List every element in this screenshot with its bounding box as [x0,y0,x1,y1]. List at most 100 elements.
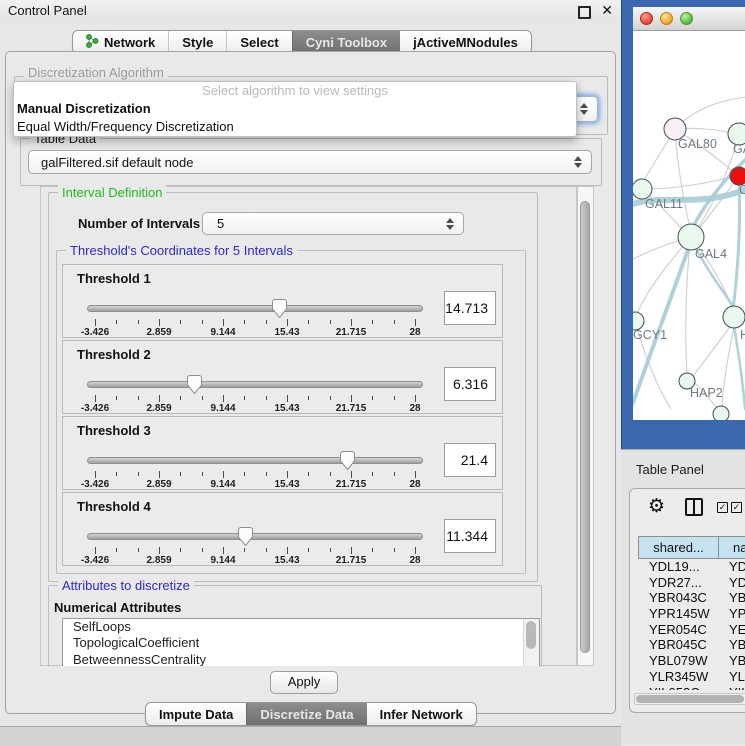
gear-icon[interactable]: ⚙ [648,495,665,518]
vertical-scrollbar[interactable] [577,186,594,666]
number-of-intervals-combo[interactable]: 5 [202,212,464,235]
slider-tick [138,548,139,552]
network-edge[interactable] [691,143,737,237]
attribute-list-item[interactable]: SelfLoops [63,619,539,635]
threshold-slider[interactable]: -3.4262.8599.14415.4321.71528 [87,527,423,567]
threshold-slider[interactable]: -3.4262.8599.14415.4321.71528 [87,451,423,491]
table-row[interactable]: YDR27...YDR2 [638,575,745,591]
threshold-slider[interactable]: -3.4262.8599.14415.4321.71528 [87,299,423,339]
table-row[interactable]: YLR345WYLR3 [638,669,745,685]
apply-button[interactable]: Apply [270,671,338,694]
numerical-attributes-list[interactable]: SelfLoopsTopologicalCoefficientBetweenne… [62,618,540,666]
slider-tick [159,471,160,478]
slider-scale-label: 2.859 [146,327,171,338]
threshold-value-field[interactable]: 21.4 [444,443,496,477]
slider-scale-label: 9.144 [210,479,235,490]
split-table-icon[interactable] [685,498,703,516]
table-row[interactable]: YDL19...YDL1 [638,559,745,575]
slider-scale-label: -3.426 [81,327,109,338]
slider-tick [95,471,96,478]
slider-track[interactable] [87,381,423,388]
slider-tick [287,319,288,326]
table-data-combo-value: galFiltered.sif default node [41,155,193,170]
tab-cyni-toolbox[interactable]: Cyni Toolbox [292,31,400,53]
network-edge[interactable] [637,237,691,314]
zoom-traffic-light-icon[interactable] [680,12,693,25]
table-cell: YBR0 [719,637,745,653]
slider-tick [351,471,352,478]
checkbox-checked-icon[interactable]: ✓ [717,502,728,513]
table-cell: YBL0 [719,653,745,669]
slider-scale-label: 2.859 [146,403,171,414]
algorithm-popup-item[interactable]: Manual Discretization [14,100,576,118]
float-window-icon[interactable] [578,6,591,19]
network-edge[interactable] [678,97,745,126]
network-edge-highlighted[interactable] [733,183,740,309]
tab-jactivemnodules[interactable]: jActiveMNodules [400,31,531,53]
table-cell: YDR27... [638,575,719,591]
slider-track[interactable] [87,305,423,312]
threshold-slider[interactable]: -3.4262.8599.14415.4321.71528 [87,375,423,415]
horizontal-scrollbar[interactable] [634,693,745,705]
close-icon[interactable]: ✕ [601,2,613,19]
slider-track[interactable] [87,533,423,540]
network-node-gal11[interactable] [633,179,652,199]
horizontal-scrollbar-thumb[interactable] [636,695,744,703]
slider-scale-label: 2.859 [146,555,171,566]
table-row[interactable]: YPR145WYPR1 [638,606,745,622]
tab-label: Impute Data [159,707,233,722]
network-node-h[interactable] [723,306,745,328]
slider-tick [372,396,373,400]
network-edge[interactable] [722,326,734,406]
network-node-label: GA [733,142,745,156]
table-header-row: shared... na [638,536,745,559]
slider-scale-label: 15.43 [274,555,299,566]
tab-infer-network[interactable]: Infer Network [367,703,476,725]
checkbox-checked-icon[interactable]: ✓ [731,502,742,513]
attributes-list-scrollbar-thumb[interactable] [526,621,536,649]
slider-scale-label: -3.426 [81,403,109,414]
vertical-scrollbar-thumb[interactable] [580,201,590,653]
minimize-traffic-light-icon[interactable] [660,12,673,25]
slider-track[interactable] [87,457,423,464]
slider-thumb[interactable] [272,299,287,318]
slider-thumb[interactable] [238,527,253,546]
table-row[interactable]: YBL079WYBL0 [638,653,745,669]
slider-tick [415,547,416,554]
slider-tick [372,472,373,476]
threshold-value-field[interactable]: 14.713 [444,291,496,325]
threshold-value-field[interactable]: 6.316 [444,367,496,401]
table-cell: YPR1 [719,606,745,622]
column-header[interactable]: na [719,536,745,559]
tab-style[interactable]: Style [168,31,226,53]
table-panel: Table Panel ⚙ ✓ ✓ shared... na YDL19...Y… [621,449,745,745]
network-canvas[interactable]: GAL80GACGAL11GAL4GCY1HHAP2 [633,31,745,420]
table-data-combo[interactable]: galFiltered.sif default node [28,150,592,174]
table-cell: YLR3 [719,669,745,685]
tab-select[interactable]: Select [226,31,291,53]
column-header[interactable]: shared... [638,536,719,559]
table-row[interactable]: YIL052CYIL0 [638,685,745,691]
threshold-value-field[interactable]: 11.344 [444,519,496,553]
table-row[interactable]: YBR043CYBR0 [638,590,745,606]
attribute-list-item[interactable]: BetweennessCentrality [63,652,539,666]
attribute-list-item[interactable]: TopologicalCoefficient [63,635,539,651]
table-cell: YBL079W [638,653,719,669]
tab-discretize-data[interactable]: Discretize Data [246,703,366,725]
close-traffic-light-icon[interactable] [640,12,653,25]
threshold-panel: Threshold 3-3.4262.8599.14415.4321.71528… [62,416,503,490]
algorithm-popup-item[interactable]: Equal Width/Frequency Discretization [14,118,576,136]
slider-tick [372,548,373,552]
slider-thumb[interactable] [340,451,355,470]
slider-tick [116,472,117,476]
slider-scale-label: 28 [409,479,420,490]
attributes-list-scrollbar[interactable] [523,619,539,666]
table-row[interactable]: YER054CYER0 [638,622,745,638]
table-row[interactable]: YBR045CYBR0 [638,637,745,653]
network-node[interactable] [713,406,729,420]
attributes-items: SelfLoopsTopologicalCoefficientBetweenne… [63,619,539,666]
tab-network[interactable]: Network [73,31,168,53]
slider-thumb[interactable] [187,375,202,394]
tab-impute-data[interactable]: Impute Data [146,703,246,725]
slider-scale-label: 9.144 [210,327,235,338]
